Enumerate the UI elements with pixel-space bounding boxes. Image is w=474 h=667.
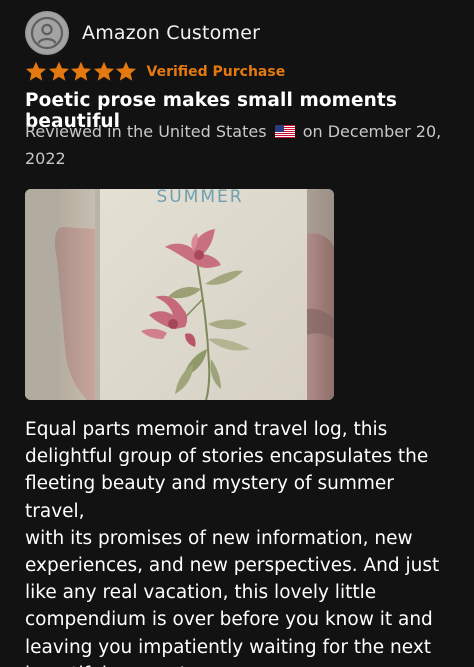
rating-row: Verified Purchase	[25, 61, 285, 83]
book-cover-photo: SUMMER	[25, 189, 334, 400]
reviewer-name[interactable]: Amazon Customer	[82, 22, 260, 44]
default-user-avatar-icon	[26, 12, 68, 54]
star-rating	[25, 61, 138, 83]
review-date-location: Reviewed in the United States on Decembe…	[25, 118, 450, 172]
review-location: Reviewed in the United States	[25, 122, 267, 141]
star-icon	[93, 61, 114, 81]
star-icon	[70, 61, 92, 81]
cover-title-text: SUMMER	[156, 189, 243, 207]
star-icon	[115, 61, 137, 81]
avatar[interactable]	[25, 11, 69, 55]
star-icon	[48, 61, 69, 81]
customer-review: Amazon Customer Verified Purchase Poetic…	[0, 0, 474, 667]
star-icon	[25, 61, 47, 81]
review-photo[interactable]: SUMMER	[25, 189, 334, 400]
review-body-text: Equal parts memoir and travel log, this …	[25, 419, 440, 667]
reviewer-profile[interactable]: Amazon Customer	[25, 11, 260, 55]
verified-purchase-badge: Verified Purchase	[146, 64, 286, 80]
us-flag-icon	[274, 125, 295, 138]
